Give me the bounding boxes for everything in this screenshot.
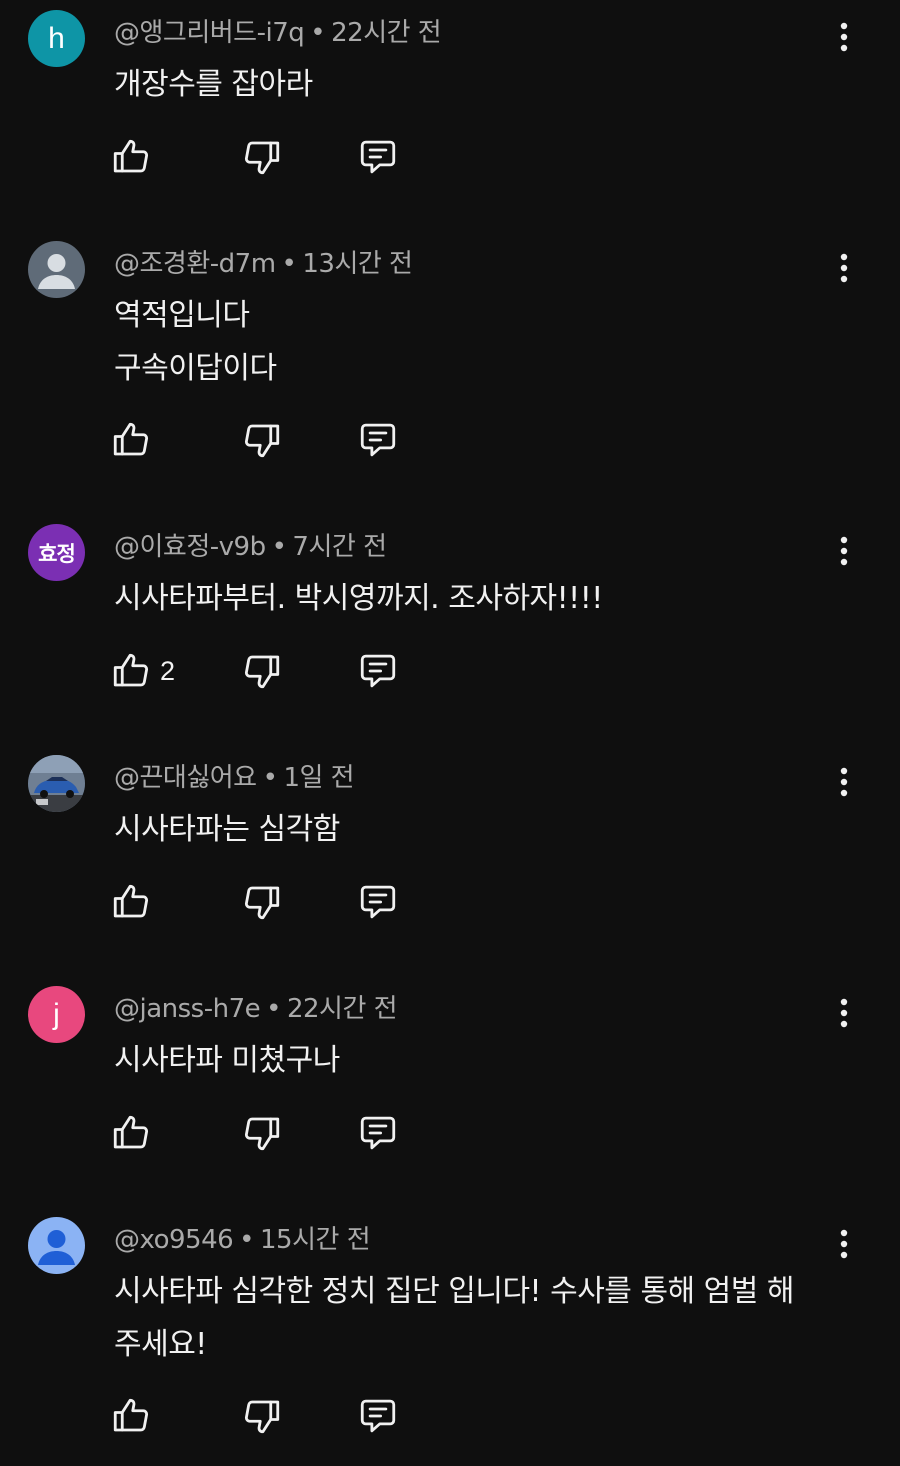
avatar-letter: h <box>48 21 65 55</box>
avatar[interactable] <box>28 755 85 812</box>
like-button[interactable] <box>110 133 152 181</box>
meta-separator: • <box>281 249 297 279</box>
comment-meta: @끈대싫어요 • 1일 전 <box>114 757 355 794</box>
comment-text-line: 시사타파 심각한 정치 집단 입니다! 수사를 통해 엄벌 해 <box>114 1274 795 1309</box>
thumbs-up-icon <box>110 1112 152 1154</box>
reply-button[interactable] <box>356 1109 400 1157</box>
comment-text: 시사타파는 심각함 <box>114 803 834 856</box>
more-vert-icon[interactable] <box>826 990 862 1036</box>
reply-comment-icon <box>356 136 400 178</box>
comment-meta: @앵그리버드-i7q • 22시간 전 <box>114 12 442 49</box>
avatar[interactable] <box>28 241 85 298</box>
dislike-button[interactable] <box>241 1392 283 1440</box>
meta-separator: • <box>271 532 287 562</box>
comment-author[interactable]: @끈대싫어요 <box>114 763 257 793</box>
thumbs-down-icon <box>241 419 283 461</box>
reply-button[interactable] <box>356 1392 400 1440</box>
meta-separator: • <box>239 1225 255 1255</box>
comment-text-line: 시사타파 미쳤구나 <box>114 1043 340 1078</box>
comment-author[interactable]: @janss-h7e <box>114 994 261 1024</box>
comment-text: 시사타파 심각한 정치 집단 입니다! 수사를 통해 엄벌 해 주세요! <box>114 1265 834 1371</box>
comment-meta: @janss-h7e • 22시간 전 <box>114 988 398 1025</box>
dislike-button[interactable] <box>241 878 283 926</box>
comment-time: 22시간 전 <box>286 994 398 1024</box>
comment-author[interactable]: @조경환-d7m <box>114 249 276 279</box>
dislike-button[interactable] <box>241 1109 283 1157</box>
comment-time: 7시간 전 <box>292 532 387 562</box>
reply-comment-icon <box>356 650 400 692</box>
dislike-button[interactable] <box>241 416 283 464</box>
avatar-initials: 효정 <box>38 541 76 566</box>
thumbs-down-icon <box>241 1395 283 1437</box>
avatar[interactable]: h <box>28 10 85 67</box>
more-vert-icon[interactable] <box>826 245 862 291</box>
thumbs-up-icon <box>110 419 152 461</box>
reply-comment-icon <box>356 1395 400 1437</box>
meta-separator: • <box>262 763 278 793</box>
like-button[interactable] <box>110 1392 152 1440</box>
thumbs-down-icon <box>241 136 283 178</box>
comment-text-line: 주세요! <box>114 1327 207 1362</box>
reply-button[interactable] <box>356 416 400 464</box>
reply-comment-icon <box>356 1112 400 1154</box>
like-button[interactable]: 2 <box>110 647 175 695</box>
thumbs-up-icon <box>110 881 152 923</box>
more-vert-icon[interactable] <box>826 1221 862 1267</box>
comment-time: 13시간 전 <box>302 249 413 279</box>
more-vert-icon[interactable] <box>826 759 862 805</box>
comment-text-line: 개장수를 잡아라 <box>114 67 313 102</box>
default-avatar-icon <box>38 254 75 289</box>
avatar-letter: j <box>53 997 60 1031</box>
like-button[interactable] <box>110 1109 152 1157</box>
thumbs-down-icon <box>241 1112 283 1154</box>
thumbs-up-icon <box>110 650 152 692</box>
comment-meta: @조경환-d7m • 13시간 전 <box>114 243 413 280</box>
reply-button[interactable] <box>356 878 400 926</box>
comment-text: 시사타파 미쳤구나 <box>114 1034 834 1087</box>
default-avatar-icon <box>38 1230 75 1265</box>
more-vert-icon[interactable] <box>826 528 862 574</box>
meta-separator: • <box>266 994 281 1024</box>
thumbs-up-icon <box>110 136 152 178</box>
dislike-button[interactable] <box>241 133 283 181</box>
comment-text-line: 시사타파는 심각함 <box>114 812 340 847</box>
comment-text: 시사타파부터. 박시영까지. 조사하자!!!! <box>114 572 834 625</box>
reply-comment-icon <box>356 419 400 461</box>
comment-meta: @이효정-v9b • 7시간 전 <box>114 526 387 563</box>
like-button[interactable] <box>110 416 152 464</box>
comment-time: 15시간 전 <box>260 1225 371 1255</box>
comment-time: 1일 전 <box>283 763 355 793</box>
meta-separator: • <box>310 18 326 48</box>
avatar[interactable]: j <box>28 986 85 1043</box>
avatar[interactable]: 효정 <box>28 524 85 581</box>
reply-button[interactable] <box>356 133 400 181</box>
more-vert-icon[interactable] <box>826 14 862 60</box>
thumbs-up-icon <box>110 1395 152 1437</box>
avatar[interactable] <box>28 1217 85 1274</box>
comment-text-line: 시사타파부터. 박시영까지. 조사하자!!!! <box>114 581 603 616</box>
comment-meta: @xo9546 • 15시간 전 <box>114 1219 371 1256</box>
like-button[interactable] <box>110 878 152 926</box>
thumbs-down-icon <box>241 881 283 923</box>
car-photo-avatar <box>28 755 85 812</box>
comment-time: 22시간 전 <box>331 18 442 48</box>
comment-author[interactable]: @앵그리버드-i7q <box>114 18 305 48</box>
dislike-button[interactable] <box>241 647 283 695</box>
comment-text: 개장수를 잡아라 <box>114 58 834 111</box>
reply-comment-icon <box>356 881 400 923</box>
comment-author[interactable]: @xo9546 <box>114 1225 234 1255</box>
comment-text: 역적입니다 구속이답이다 <box>114 289 834 395</box>
thumbs-down-icon <box>241 650 283 692</box>
like-count: 2 <box>160 655 176 686</box>
comment-text-line: 구속이답이다 <box>114 351 277 386</box>
reply-button[interactable] <box>356 647 400 695</box>
comment-author[interactable]: @이효정-v9b <box>114 532 266 562</box>
comment-text-line: 역적입니다 <box>114 298 250 333</box>
